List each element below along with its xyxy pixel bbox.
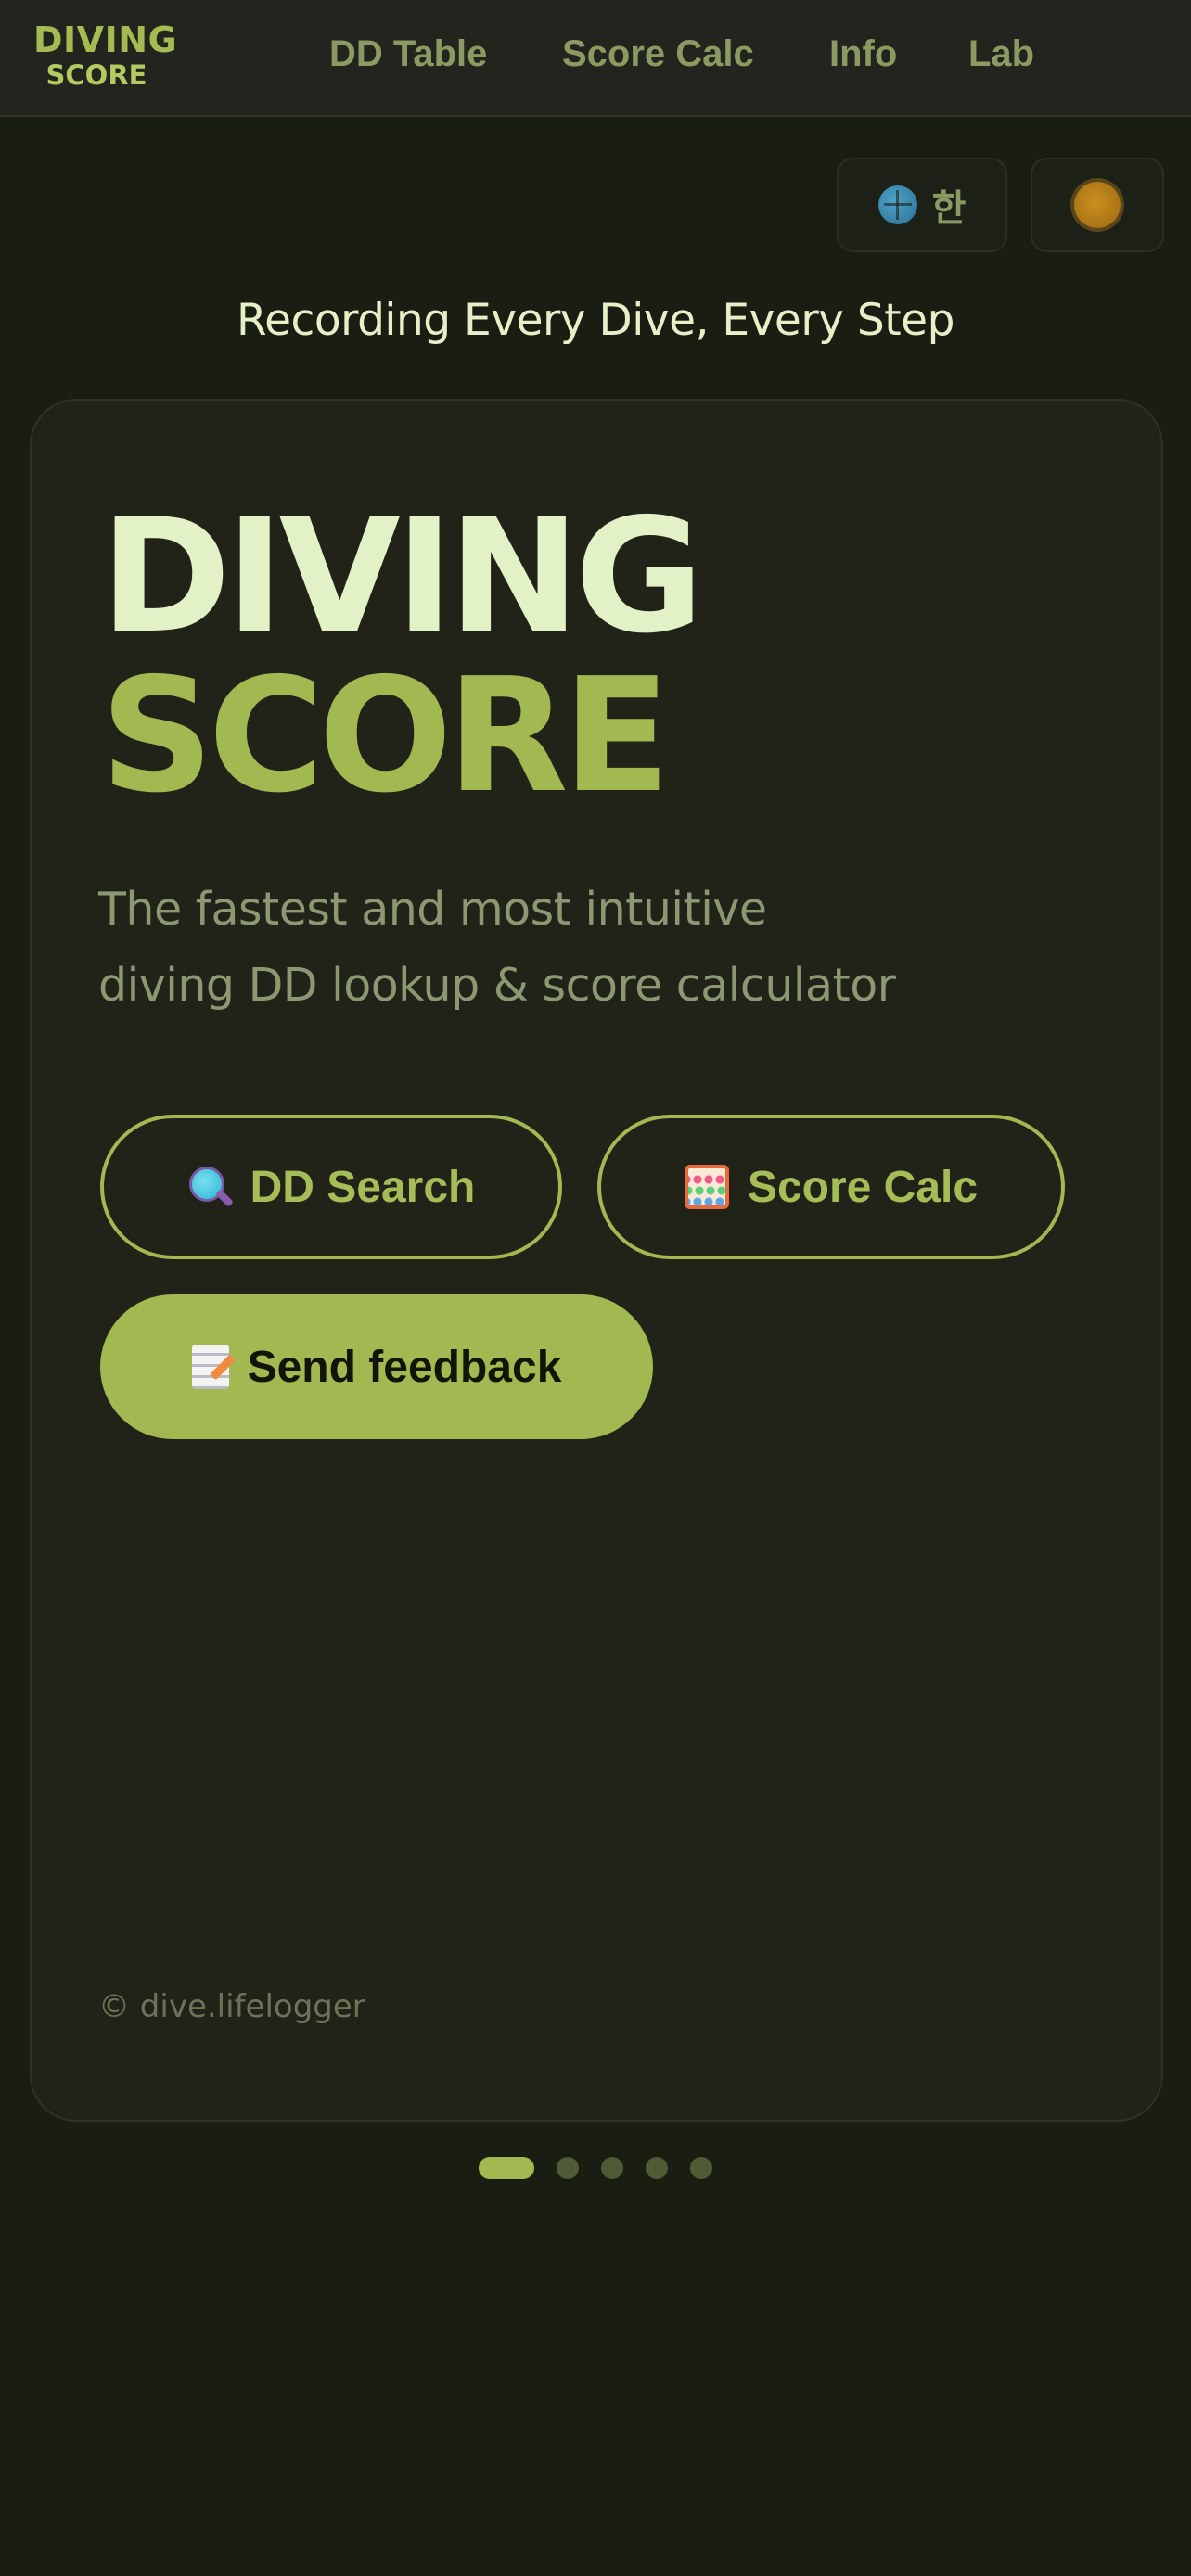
- pager-dot[interactable]: [646, 2157, 668, 2179]
- score-calc-label: Score Calc: [747, 1162, 979, 1212]
- nav-link-dd-table[interactable]: DD Table: [329, 28, 487, 80]
- theme-toggle-button[interactable]: [1031, 158, 1164, 252]
- score-calc-button[interactable]: Score Calc: [597, 1115, 1065, 1259]
- logo[interactable]: DIVING SCORE: [33, 19, 178, 91]
- nav-link-lab[interactable]: Lab: [968, 28, 1034, 80]
- magnifier-icon: [187, 1165, 232, 1209]
- dd-search-button[interactable]: DD Search: [100, 1115, 562, 1259]
- hero-title-line1: DIVING: [100, 485, 704, 669]
- top-navigation: DIVING SCORE DD Table Score Calc Info La…: [0, 0, 1191, 117]
- pager-dot[interactable]: [690, 2157, 712, 2179]
- hero-description-line1: The fastest and most intuitive: [98, 883, 767, 936]
- dd-search-label: DD Search: [250, 1162, 476, 1212]
- pager-dot[interactable]: [557, 2157, 579, 2179]
- language-label: 한: [931, 187, 967, 230]
- globe-icon: [877, 185, 917, 224]
- hero-description-line2: diving DD lookup & score calculator: [98, 959, 896, 1012]
- nav-link-info[interactable]: Info: [829, 28, 897, 80]
- tagline: Recording Every Dive, Every Step: [237, 295, 954, 346]
- logo-line2: SCORE: [45, 59, 147, 91]
- carousel-pager: [0, 2155, 1191, 2181]
- memo-icon: [191, 1345, 229, 1389]
- hero-description: The fastest and most intuitive diving DD…: [98, 872, 1026, 1024]
- send-feedback-label: Send feedback: [247, 1342, 562, 1392]
- language-toggle-button[interactable]: 한: [837, 158, 1007, 252]
- nav-link-score-calc[interactable]: Score Calc: [562, 28, 754, 80]
- hero-title-line2: SCORE: [100, 644, 671, 828]
- pager-dot[interactable]: [601, 2157, 623, 2179]
- footer-copyright: © dive.lifelogger: [98, 1988, 365, 2025]
- send-feedback-button[interactable]: Send feedback: [100, 1294, 653, 1439]
- hero-card: DIVING SCORE The fastest and most intuit…: [30, 399, 1163, 2122]
- pager-dot[interactable]: [479, 2157, 534, 2179]
- abacus-icon: [684, 1165, 729, 1209]
- sun-icon: [1074, 182, 1121, 228]
- logo-line1: DIVING: [33, 19, 178, 60]
